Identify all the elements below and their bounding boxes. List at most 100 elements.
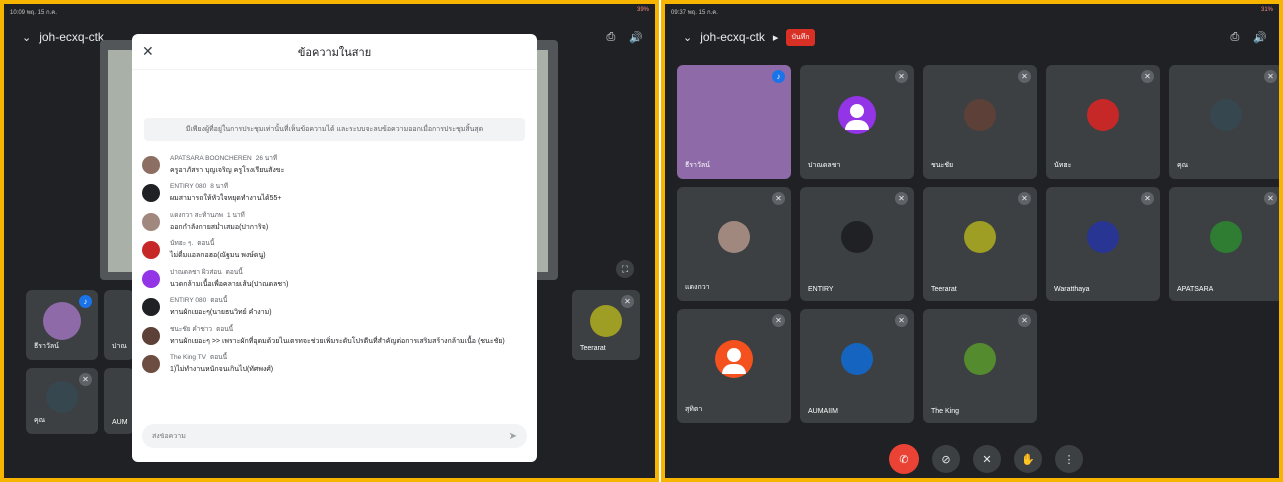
person-icon xyxy=(845,104,869,131)
participant-tile[interactable]: ✕ คุณ xyxy=(1169,65,1279,179)
participant-name: Teerarat xyxy=(931,286,957,293)
chat-message: ENTIRY 080 8 นาที ผมสามารถให้หัวใจหยุดทำงา… xyxy=(142,181,527,203)
chat-message: ชนะชัย คำชาว ตอนนี้ ทานผักเยอะๆ >> เพราะผั… xyxy=(142,324,527,346)
participant-tile[interactable]: ✕ Waratthaya xyxy=(1046,187,1160,301)
message-text: ทานผักเยอะๆ(นายธนวิทย์ คำงาม) xyxy=(170,309,272,317)
message-time: 26 นาที xyxy=(255,155,278,162)
chat-input[interactable] xyxy=(152,432,509,440)
participant-name: Teerarat xyxy=(580,345,606,352)
mic-muted-icon: ✕ xyxy=(1264,192,1277,205)
camera-switch-icon[interactable]: ⎙ xyxy=(606,31,615,44)
message-time: 8 นาที xyxy=(210,183,229,191)
meeting-code[interactable]: joh-ecxq-ctk xyxy=(700,30,765,44)
participant-tile[interactable]: ปาณ xyxy=(104,290,134,360)
participant-tile[interactable]: ✕ The King xyxy=(923,309,1037,423)
close-icon[interactable]: ✕ xyxy=(142,43,160,60)
chevron-right-icon[interactable]: ▸ xyxy=(773,31,779,44)
status-time: 09:37 xyxy=(671,10,687,16)
chat-message: APATSARA BOONCHEREN 26 นาที ครูอาภัสรา บุญ… xyxy=(142,153,527,175)
participant-name: AUMAIIM xyxy=(808,408,838,415)
avatar xyxy=(964,221,996,254)
participant-tile[interactable]: ✕ Teerarat xyxy=(923,187,1037,301)
message-text: ออกกำลังกายสม่ำเสมอ(ปาการิจ) xyxy=(170,223,269,231)
avatar xyxy=(1210,221,1242,254)
message-text: ไม่ดื่มแอลกอฮอ(ณัฐมน พงษ์ดนู) xyxy=(170,252,266,260)
chat-message: ENTIRY 080 ตอนนี้ ทานผักเยอะๆ(นายธนวิทย์ ค… xyxy=(142,295,527,317)
avatar xyxy=(43,301,81,340)
chat-panel: ✕ ข้อความในสาย มีเพียงผู้ที่อยู่ในการประ… xyxy=(132,34,537,462)
participant-name: ปาณดลชา xyxy=(808,162,841,169)
participant-tile[interactable]: ✕ นัทฮะ xyxy=(1046,65,1160,179)
speaker-icon[interactable]: 🔊 xyxy=(629,31,643,44)
participant-tile[interactable]: ✕ คุณ xyxy=(26,368,98,434)
participant-tile[interactable]: ✕ แดงกวา xyxy=(677,187,791,301)
end-call-button[interactable]: ✆ xyxy=(889,444,919,474)
participant-tile[interactable]: ✕ ENTIRY xyxy=(800,187,914,301)
camera-off-button[interactable]: ⊘ xyxy=(932,445,960,473)
send-icon[interactable]: ➤ xyxy=(509,431,517,442)
chat-message: The King TV ตอนนี้ 1)ไม่ทำงานหนักจนเกินไป(… xyxy=(142,352,527,374)
participant-name: ธีราวัลน์ xyxy=(34,343,59,350)
avatar xyxy=(1210,99,1242,132)
participant-name: สุทิตา xyxy=(685,406,703,413)
chevron-down-icon[interactable]: ⌄ xyxy=(683,31,692,44)
mic-muted-icon: ✕ xyxy=(1141,70,1154,83)
status-bar: 10:09 พฤ. 15 ก.ค. 39% xyxy=(10,7,649,17)
fullscreen-icon[interactable]: ⛶ xyxy=(616,260,634,278)
avatar xyxy=(142,184,160,203)
camera-switch-icon[interactable]: ⎙ xyxy=(1230,31,1239,44)
avatar xyxy=(142,326,160,345)
participant-name: AUM xyxy=(112,419,128,426)
participant-name: The King xyxy=(931,408,960,415)
chevron-down-icon[interactable]: ⌄ xyxy=(22,31,31,44)
participant-tile[interactable]: ✕ ปาณดลชา xyxy=(800,65,914,179)
left-screenshot: 10:09 พฤ. 15 ก.ค. 39% ⌄ joh-ecxq-ctk ⎙ 🔊 … xyxy=(0,0,659,482)
chat-message: ปาณดลชา ผิวส่อน ตอนนี้ นวดกล้ามเนื้อเพื่อค… xyxy=(142,267,527,289)
participant-name: Waratthaya xyxy=(1054,286,1090,293)
avatar xyxy=(142,241,160,260)
status-date: พฤ. 15 ก.ค. xyxy=(26,10,57,16)
participant-tile[interactable]: ✕ ชนะชัย xyxy=(923,65,1037,179)
call-controls: ✆ ⊘ ✕ ✋ ⋮ xyxy=(889,444,1083,474)
message-sender: ปาณดลชา ผิวส่อน xyxy=(170,268,222,276)
mic-muted-icon: ✕ xyxy=(772,314,785,327)
avatar xyxy=(964,99,996,132)
chat-message: นัทฮะ ๆ. ตอนนี้ ไม่ดื่มแอลกอฮอ(ณัฐมน พงษ์ด… xyxy=(142,238,527,260)
message-sender: APATSARA BOONCHEREN xyxy=(170,155,252,162)
mic-muted-icon: ✕ xyxy=(895,314,908,327)
participant-name: ปาณ xyxy=(112,343,127,350)
participant-name: คุณ xyxy=(34,417,46,424)
meeting-code[interactable]: joh-ecxq-ctk xyxy=(39,30,104,44)
message-text: ผมสามารถให้หัวใจหยุดทำงานได้55+ xyxy=(170,195,282,203)
participant-tile[interactable]: ✕ AUMAIIM xyxy=(800,309,914,423)
chat-message-list: APATSARA BOONCHEREN 26 นาที ครูอาภัสรา บุญ… xyxy=(132,151,537,383)
avatar xyxy=(142,156,160,174)
more-options-button[interactable]: ⋮ xyxy=(1055,445,1083,473)
participant-tile[interactable]: AUM xyxy=(104,368,134,434)
mic-active-icon: ♪ xyxy=(79,295,92,308)
mic-off-button[interactable]: ✕ xyxy=(973,445,1001,473)
avatar xyxy=(142,355,160,374)
avatar xyxy=(1087,99,1119,132)
participant-tile[interactable]: ✕ APATSARA xyxy=(1169,187,1279,301)
participant-name: คุณ xyxy=(1177,162,1189,169)
mic-muted-icon: ✕ xyxy=(1018,314,1031,327)
avatar xyxy=(142,298,160,317)
battery-level: 31% xyxy=(1260,7,1273,13)
participant-name: APATSARA xyxy=(1177,286,1214,293)
raise-hand-button[interactable]: ✋ xyxy=(1014,445,1042,473)
avatar xyxy=(46,381,78,414)
status-date: พฤ. 15 ก.ค. xyxy=(687,10,718,16)
participant-tile[interactable]: ✕ สุทิตา xyxy=(677,309,791,423)
participant-name: แดงกวา xyxy=(685,284,710,291)
mic-muted-icon: ✕ xyxy=(1018,70,1031,83)
person-icon xyxy=(722,348,746,375)
participant-tile[interactable]: ♪ ธีราวัลน์ xyxy=(677,65,791,179)
message-sender: นัทฮะ ๆ. xyxy=(170,240,194,248)
participant-tile[interactable]: ✕ Teerarat xyxy=(572,290,640,360)
message-text: นวดกล้ามเนื้อเพื่อคลายเส้น(ปาณดลชา) xyxy=(170,280,289,288)
avatar xyxy=(964,343,996,376)
speaker-icon[interactable]: 🔊 xyxy=(1253,31,1267,44)
chat-message: แดงกวา สะท้านภพ 1 นาที ออกกำลังกายสม่ำเสมอ… xyxy=(142,210,527,232)
participant-tile[interactable]: ♪ ธีราวัลน์ xyxy=(26,290,98,360)
